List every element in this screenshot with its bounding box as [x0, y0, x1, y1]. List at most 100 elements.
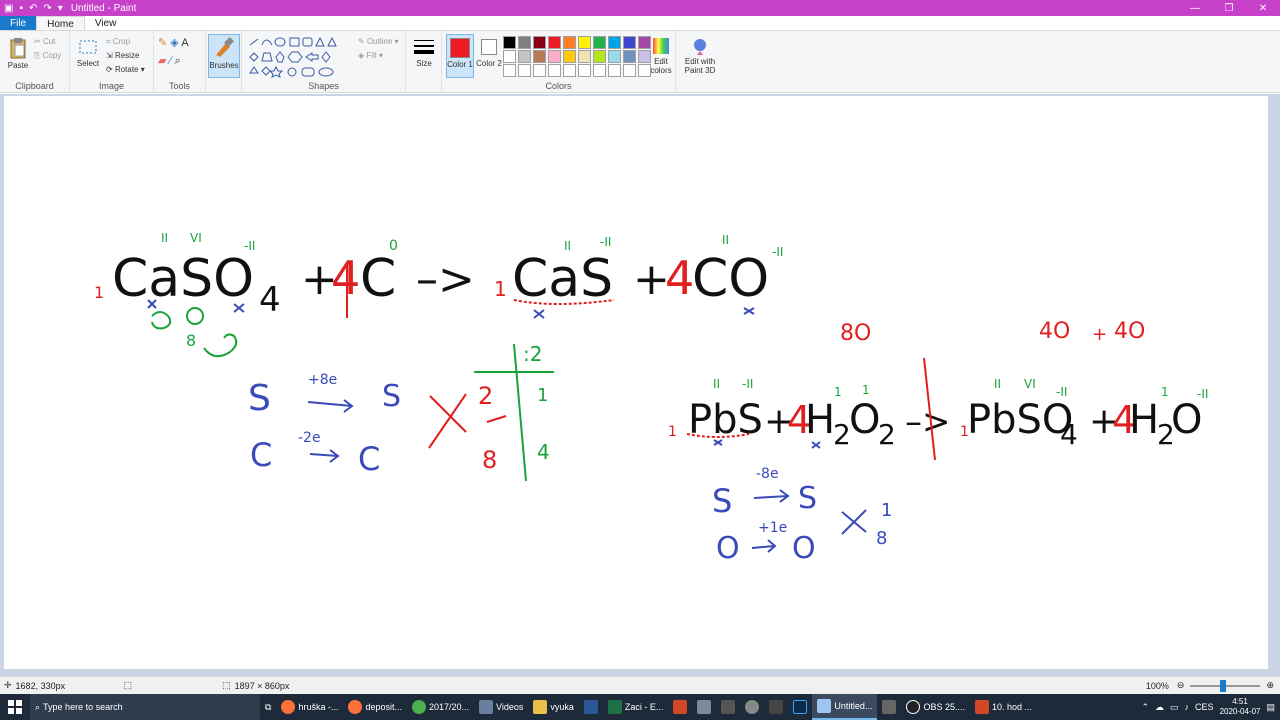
drawing-svg[interactable]: CaSO 4 + 4 C –> 1 CaS + 4 CO 1 PbS + 4 H…	[4, 96, 1268, 669]
color-swatch[interactable]	[518, 36, 531, 49]
color-swatch[interactable]	[548, 36, 561, 49]
zoom-slider[interactable]	[1190, 679, 1261, 692]
task-view-button[interactable]: ⧉	[260, 694, 276, 720]
brushes-button[interactable]: Brushes	[208, 34, 240, 78]
color-swatch[interactable]	[623, 36, 636, 49]
copy-button[interactable]: ⎘ Copy	[34, 51, 61, 60]
zoom-slider-thumb[interactable]	[1220, 679, 1227, 692]
color-palette	[503, 36, 652, 77]
color-swatch[interactable]	[503, 50, 516, 63]
task-app-red[interactable]	[668, 694, 692, 720]
color-swatch[interactable]	[533, 36, 546, 49]
minimize-button[interactable]: —	[1178, 3, 1212, 14]
taskbar-search[interactable]: ⌕ Type here to search	[30, 694, 260, 720]
crop-button[interactable]: ⌗ Crop	[106, 37, 130, 46]
text-icon[interactable]: A	[181, 37, 188, 49]
color-swatch[interactable]	[533, 50, 546, 63]
color1-button[interactable]: Color 1	[446, 34, 474, 78]
fill-button[interactable]: ◈ Fill ▾	[358, 51, 383, 60]
tab-file[interactable]: File	[0, 16, 37, 30]
color-swatch[interactable]	[518, 64, 531, 77]
close-button[interactable]: ✕	[1246, 3, 1280, 14]
task-camera[interactable]	[764, 694, 788, 720]
color-swatch[interactable]	[578, 50, 591, 63]
tab-view[interactable]: View	[85, 16, 127, 30]
color-swatch[interactable]	[623, 64, 636, 77]
color-swatch[interactable]	[563, 36, 576, 49]
task-paint[interactable]: Untitled...	[812, 694, 878, 720]
color-swatch[interactable]	[518, 50, 531, 63]
color-swatch[interactable]	[593, 64, 606, 77]
color-swatch[interactable]	[608, 64, 621, 77]
color-swatch[interactable]	[563, 64, 576, 77]
color-swatch[interactable]	[623, 50, 636, 63]
cut-button[interactable]: ✂ Cut	[34, 37, 55, 46]
task-app-2[interactable]	[877, 694, 901, 720]
task-firefox-1[interactable]: hruška -...	[276, 694, 343, 720]
color-swatch[interactable]	[578, 64, 591, 77]
outline-button[interactable]: ✎ Outline ▾	[358, 37, 399, 46]
zoom-in-button[interactable]: ⊕	[1266, 680, 1274, 691]
canvas-area[interactable]: CaSO 4 + 4 C –> 1 CaS + 4 CO 1 PbS + 4 H…	[0, 94, 1280, 676]
color-swatch[interactable]	[533, 64, 546, 77]
task-chrome[interactable]: 2017/20...	[407, 694, 474, 720]
paste-button[interactable]: Paste	[6, 37, 30, 70]
task-excel[interactable]: Zaci - E...	[603, 694, 669, 720]
color-swatch[interactable]	[608, 50, 621, 63]
volume-icon[interactable]: ♪	[1185, 702, 1190, 712]
task-obs[interactable]: OBS 25....	[901, 694, 970, 720]
task-videos[interactable]: Videos	[474, 694, 528, 720]
color-swatch[interactable]	[593, 50, 606, 63]
dropdown-icon[interactable]: ▾	[58, 3, 63, 14]
paint-app-icon[interactable]: ▣	[4, 3, 13, 14]
task-app-save[interactable]	[692, 694, 716, 720]
task-vyuka[interactable]: vyuka	[528, 694, 579, 720]
task-app-misc[interactable]	[740, 694, 764, 720]
undo-icon[interactable]: ↶	[29, 3, 37, 14]
task-photoshop[interactable]	[788, 694, 812, 720]
maximize-button[interactable]: ❐	[1212, 3, 1246, 14]
color-swatch[interactable]	[608, 36, 621, 49]
color-picker-icon[interactable]: ⁄	[170, 55, 172, 67]
task-firefox-2[interactable]: deposit...	[343, 694, 407, 720]
size-button[interactable]: Size	[412, 37, 436, 68]
eraser-icon[interactable]: ▰	[158, 55, 166, 67]
task-calculator[interactable]	[716, 694, 740, 720]
color-swatch[interactable]	[503, 64, 516, 77]
cloud-icon[interactable]: ☁	[1155, 702, 1164, 713]
rotate-button[interactable]: ⟳ Rotate ▾	[106, 65, 145, 74]
clock[interactable]: 4:51 2020-04-07	[1220, 697, 1261, 717]
resize-button[interactable]: ⇲ Resize	[106, 51, 139, 60]
color-swatch[interactable]	[548, 50, 561, 63]
shapes-gallery[interactable]	[246, 35, 350, 79]
color-swatch[interactable]	[548, 64, 561, 77]
zoom-out-button[interactable]: ⊖	[1177, 680, 1185, 691]
color-swatch[interactable]	[503, 36, 516, 49]
color-swatch[interactable]	[578, 36, 591, 49]
red-4o-b: 4O	[1114, 319, 1145, 344]
drawing-canvas[interactable]: CaSO 4 + 4 C –> 1 CaS + 4 CO 1 PbS + 4 H…	[4, 96, 1268, 669]
color-swatch[interactable]	[563, 50, 576, 63]
pencil-icon[interactable]: ✎	[158, 37, 167, 49]
network-icon[interactable]: ▭	[1170, 702, 1179, 713]
magnifier-icon[interactable]: ⌕	[174, 55, 180, 67]
fill-icon[interactable]: ◈	[170, 37, 178, 49]
edit-colors-button[interactable]: Edit colors	[648, 37, 674, 75]
edit-paint3d-button[interactable]: Edit with Paint 3D	[680, 37, 720, 75]
start-button[interactable]	[0, 694, 30, 720]
ox-s2: -II	[600, 235, 611, 249]
task-word[interactable]	[579, 694, 603, 720]
color-swatch[interactable]	[593, 36, 606, 49]
size-label: Size	[416, 59, 432, 68]
tab-home[interactable]: Home	[36, 16, 85, 30]
select-button[interactable]: Select	[76, 37, 100, 68]
color2-button[interactable]: Color 2	[476, 34, 502, 68]
eq2-arrow: –>	[905, 402, 951, 442]
redo-icon[interactable]: ↷	[43, 3, 51, 14]
windows-icon	[8, 700, 22, 714]
save-icon[interactable]: ▪	[19, 3, 23, 14]
keyboard-language[interactable]: CES	[1195, 702, 1214, 712]
notification-icon[interactable]: ▤	[1266, 702, 1275, 713]
chevron-up-icon[interactable]: ⌃	[1141, 702, 1149, 713]
task-powerpoint[interactable]: 10. hod ...	[970, 694, 1037, 720]
